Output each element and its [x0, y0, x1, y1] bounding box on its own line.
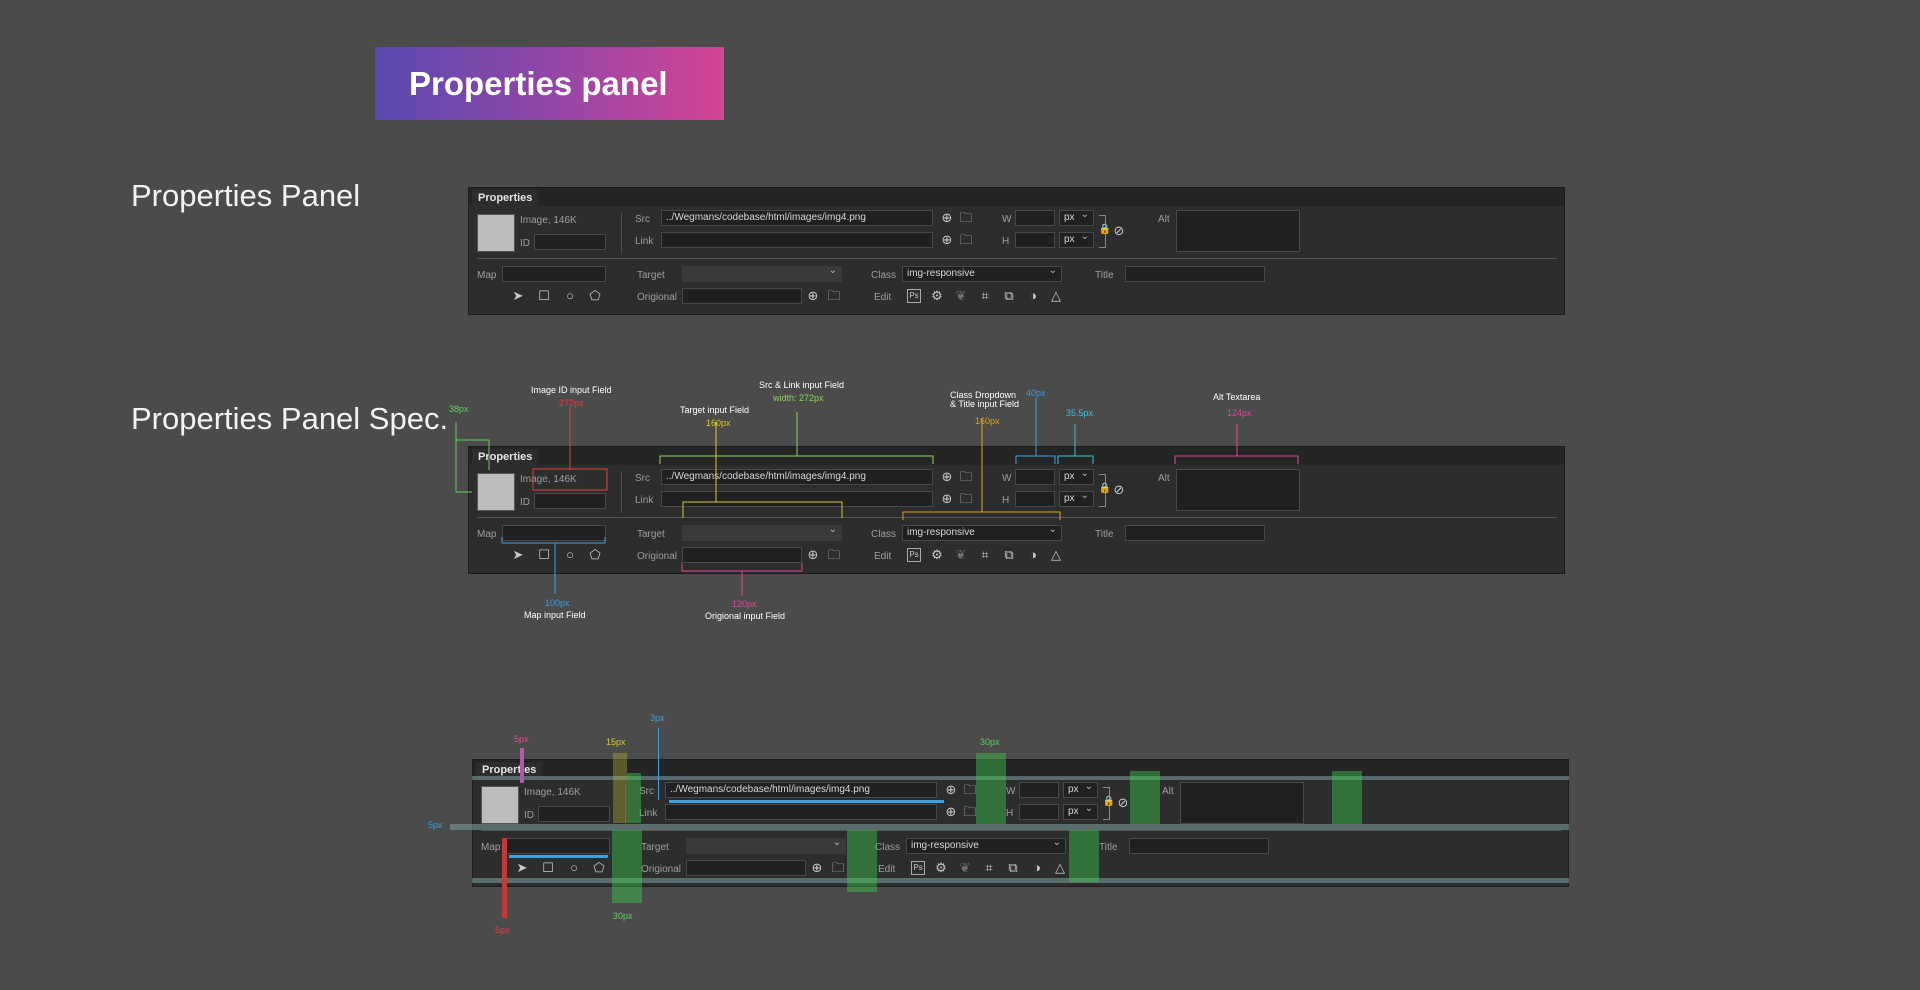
- title-label: Title: [1099, 842, 1118, 853]
- brightness-icon[interactable]: ◑: [1029, 860, 1045, 876]
- spacing-label: 15px: [606, 737, 626, 747]
- class-label: Class: [875, 842, 901, 853]
- spacing-band: [847, 830, 877, 892]
- spacing-marker-3: [658, 728, 659, 800]
- original-title: Origional input Field: [705, 611, 786, 621]
- resample-icon[interactable]: ⧉: [1005, 860, 1021, 876]
- polygon-hotspot-icon[interactable]: ⬠: [591, 860, 607, 876]
- width-unit-select[interactable]: px: [1063, 782, 1098, 798]
- spacing-label: 5px: [514, 734, 529, 744]
- spacing-band-30: [612, 830, 642, 903]
- original-size: 120px: [732, 599, 757, 609]
- photoshop-icon[interactable]: Ps: [911, 861, 925, 875]
- title-input[interactable]: [1129, 838, 1269, 854]
- crosshair-icon[interactable]: ⊕: [943, 804, 959, 820]
- crosshair-icon[interactable]: ⊕: [943, 782, 959, 798]
- spacing-band: [627, 773, 641, 823]
- alt-size: 124px: [1227, 408, 1252, 418]
- src-link-size: width: 272px: [773, 393, 824, 403]
- crop-icon[interactable]: ⌗: [981, 860, 997, 876]
- spacing-band-15: [613, 753, 627, 823]
- link-input[interactable]: [665, 804, 937, 820]
- spacing-guide-blue: [669, 800, 944, 803]
- wh-size: 40px: [1026, 388, 1046, 398]
- gear-icon[interactable]: ⚙: [933, 860, 949, 876]
- id-label: ID: [524, 810, 534, 821]
- optimize-icon[interactable]: ❦: [957, 860, 973, 876]
- map-label: Map: [481, 842, 501, 853]
- spacing-band: [1332, 771, 1362, 824]
- target-title: Target input Field: [680, 405, 750, 415]
- no-icon[interactable]: ⊘: [1115, 795, 1131, 811]
- spacing-marker-5: [502, 838, 507, 918]
- spacing-label: 30px: [980, 737, 1000, 747]
- target-size: 160px: [706, 418, 731, 428]
- spacing-band: [1130, 771, 1160, 824]
- link-label: Link: [639, 808, 658, 819]
- class-select[interactable]: img-responsive: [906, 838, 1066, 854]
- sharpen-icon[interactable]: △: [1052, 860, 1068, 876]
- h-label: H: [1006, 808, 1014, 819]
- rect-hotspot-icon[interactable]: ☐: [540, 860, 556, 876]
- circle-hotspot-icon[interactable]: ○: [566, 860, 582, 876]
- class-title-size: 160px: [975, 416, 1000, 426]
- unit-size: 35.5px: [1066, 408, 1094, 418]
- pointer-icon[interactable]: ➤: [514, 860, 530, 876]
- alt-textarea[interactable]: [1180, 782, 1304, 824]
- spacing-band-30: [976, 753, 1006, 824]
- spacing-band: [1069, 830, 1099, 882]
- crosshair-icon[interactable]: ⊕: [809, 860, 825, 876]
- thumb-size-label: 38px: [449, 404, 469, 414]
- src-link-title: Src & Link input Field: [759, 380, 845, 390]
- original-label: Origional: [641, 864, 682, 875]
- spacing-label: 5px: [428, 820, 443, 830]
- spacing-guide-blue: [509, 855, 608, 858]
- class-title-line2: & Title input Field: [950, 399, 1020, 409]
- target-select[interactable]: [686, 838, 846, 854]
- height-input[interactable]: [1019, 804, 1059, 820]
- height-unit-select[interactable]: px: [1063, 804, 1098, 820]
- map-title: Map input Field: [524, 610, 586, 620]
- divider: [481, 830, 1561, 831]
- map-input[interactable]: [506, 838, 610, 854]
- src-label: Src: [639, 786, 654, 797]
- folder-icon[interactable]: 🗀: [830, 860, 846, 876]
- src-input[interactable]: ../Wegmans/codebase/html/images/img4.png: [665, 782, 937, 798]
- alt-title: Alt Textarea: [1213, 392, 1261, 402]
- image-thumbnail: [481, 786, 519, 824]
- alt-label: Alt: [1162, 786, 1174, 797]
- spacing-label: 30px: [613, 911, 633, 921]
- spacing-marker-5: [520, 748, 524, 783]
- edit-label: Edit: [878, 864, 896, 875]
- image-id-size: 272px: [559, 398, 584, 408]
- spacing-label: 5px: [495, 925, 510, 935]
- width-input[interactable]: [1019, 782, 1059, 798]
- w-label: W: [1006, 786, 1016, 797]
- spacing-label: 3px: [650, 713, 665, 723]
- target-label: Target: [641, 842, 669, 853]
- map-size: 100px: [545, 598, 570, 608]
- image-id-title: Image ID input Field: [531, 385, 612, 395]
- original-input[interactable]: [686, 860, 806, 876]
- image-info: Image, 146K: [524, 787, 581, 798]
- id-input[interactable]: [538, 806, 610, 822]
